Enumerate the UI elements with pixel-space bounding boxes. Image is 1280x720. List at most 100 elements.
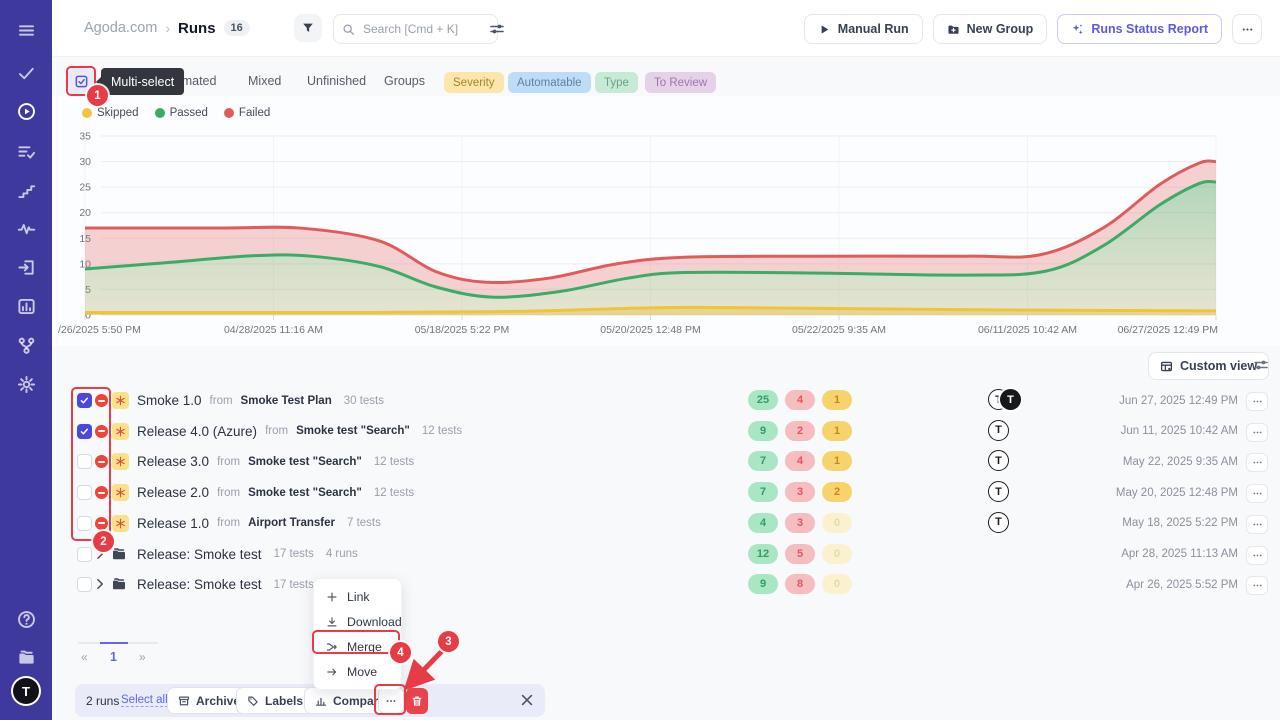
run-name[interactable]: Release 3.0 — [137, 454, 209, 469]
filter-pill-automatable[interactable]: Automatable — [508, 72, 591, 93]
search-input[interactable] — [361, 21, 489, 37]
run-name[interactable]: Smoke 1.0 — [137, 393, 202, 408]
failed-badge: 4 — [785, 451, 815, 471]
avatar[interactable]: T — [988, 481, 1009, 502]
sidebar-item-sign-in[interactable] — [0, 252, 52, 282]
filter-pill-severity[interactable]: Severity — [444, 72, 504, 93]
row-more-button[interactable] — [1246, 453, 1268, 472]
passed-badge: 25 — [748, 390, 778, 410]
sidebar-item-list-check[interactable] — [0, 136, 52, 166]
pagination-page-1[interactable]: 1 — [110, 650, 117, 664]
labels-button[interactable]: Labels — [236, 687, 314, 714]
row-more-button[interactable] — [1246, 515, 1268, 534]
plan-name[interactable]: Smoke test "Search" — [248, 456, 362, 468]
sparkles-icon — [1071, 23, 1084, 36]
row-more-button[interactable] — [1246, 484, 1268, 503]
run-row[interactable]: Release: Smoke test17 tests4 runs1250Apr… — [0, 540, 1280, 569]
result-badges: 741 — [748, 451, 852, 471]
annotation-step-3: 3 — [438, 631, 459, 652]
sidebar-item-branch[interactable] — [0, 330, 52, 360]
run-name[interactable]: Release: Smoke test — [137, 577, 262, 592]
row-checkbox[interactable] — [77, 454, 92, 469]
plan-name[interactable]: Smoke test "Search" — [296, 425, 410, 437]
run-row[interactable]: Smoke 1.0fromSmoke Test Plan30 tests2541… — [0, 386, 1280, 415]
custom-view-button[interactable]: Custom view — [1148, 352, 1269, 380]
runs-status-report-button[interactable]: Runs Status Report — [1057, 14, 1222, 44]
row-checkbox[interactable] — [77, 577, 92, 592]
avatar[interactable]: T — [988, 450, 1009, 471]
chevron-right-icon[interactable] — [93, 547, 107, 561]
row-checkbox[interactable] — [77, 424, 92, 439]
filter-pill-to-review[interactable]: To Review — [645, 72, 716, 93]
row-more-button[interactable] — [1246, 392, 1268, 411]
header-more-button[interactable] — [1232, 14, 1262, 44]
filter-pill-type[interactable]: Type — [595, 72, 638, 93]
breadcrumb-project[interactable]: Agoda.com — [84, 20, 157, 36]
tab-unfinished[interactable]: Unfinished — [307, 74, 366, 88]
sidebar-item-help[interactable] — [0, 604, 52, 634]
row-checkbox[interactable] — [77, 516, 92, 531]
annotation-arrow — [398, 622, 463, 692]
plan-name[interactable]: Smoke test "Search" — [248, 487, 362, 499]
multi-select-button[interactable] — [68, 68, 94, 94]
filter-button[interactable] — [294, 14, 322, 42]
runs-trend-chart[interactable]: 05101520253035/26/2025 5:50 PM04/28/2025… — [55, 128, 1220, 343]
sidebar-item-bar-chart[interactable] — [0, 291, 52, 321]
sidebar-item-hamburger-menu[interactable] — [0, 15, 52, 45]
view-settings-icon[interactable] — [1253, 357, 1269, 373]
run-name[interactable]: Release 2.0 — [137, 485, 209, 500]
row-more-button[interactable] — [1246, 546, 1268, 565]
avatar[interactable]: T — [988, 420, 1009, 441]
row-more-button[interactable] — [1246, 576, 1268, 595]
new-group-button[interactable]: New Group — [933, 14, 1048, 44]
menu-item-label: Merge — [347, 640, 382, 654]
run-name[interactable]: Release: Smoke test — [137, 547, 262, 562]
row-checkbox[interactable] — [77, 485, 92, 500]
download-icon — [326, 616, 338, 628]
plus-icon — [326, 591, 338, 603]
run-row[interactable]: Release 4.0 (Azure)fromSmoke test "Searc… — [0, 417, 1280, 446]
bulk-more-button[interactable] — [378, 687, 404, 714]
avatar[interactable]: T — [988, 512, 1009, 533]
sidebar-item-steps[interactable] — [0, 175, 52, 205]
menu-item-merge[interactable]: Merge — [314, 634, 401, 659]
menu-item-link[interactable]: Link — [314, 584, 401, 609]
legend-item-passed[interactable]: Passed — [155, 107, 208, 119]
row-more-button[interactable] — [1246, 423, 1268, 442]
result-badges: 1250 — [748, 544, 852, 564]
plan-name[interactable]: Smoke Test Plan — [241, 395, 332, 407]
search-settings-icon[interactable] — [489, 21, 505, 37]
bulk-close-button[interactable] — [519, 692, 535, 708]
run-row[interactable]: Release 3.0fromSmoke test "Search"12 tes… — [0, 447, 1280, 476]
row-checkbox[interactable] — [77, 547, 92, 562]
pagination-next-button[interactable]: » — [139, 650, 146, 664]
avatar[interactable]: T — [1000, 389, 1021, 410]
manual-run-button[interactable]: Manual Run — [804, 14, 923, 44]
tab-groups[interactable]: Groups — [384, 74, 425, 88]
chevron-right-icon[interactable] — [93, 577, 107, 591]
legend-item-failed[interactable]: Failed — [224, 107, 270, 119]
plan-name[interactable]: Airport Transfer — [248, 517, 335, 529]
sidebar-item-play-circle[interactable] — [0, 96, 52, 126]
from-label: from — [217, 517, 240, 529]
sidebar-item-gear[interactable] — [0, 369, 52, 399]
run-name[interactable]: Release 1.0 — [137, 516, 209, 531]
sidebar-item-check[interactable] — [0, 58, 52, 88]
select-all-link[interactable]: Select all — [121, 684, 168, 717]
row-checkbox[interactable] — [77, 393, 92, 408]
tab-mixed[interactable]: Mixed — [248, 74, 281, 88]
menu-item-move[interactable]: Move — [314, 659, 401, 684]
pagination-prev-button[interactable]: « — [81, 650, 88, 664]
run-row[interactable]: Release 2.0fromSmoke test "Search"12 tes… — [0, 478, 1280, 507]
sidebar-item-folders[interactable] — [0, 642, 52, 672]
legend-item-skipped[interactable]: Skipped — [82, 107, 139, 119]
run-row[interactable]: Release: Smoke test17 tests7 runs980Apr … — [0, 570, 1280, 599]
bulk-delete-button[interactable] — [406, 688, 428, 714]
user-avatar[interactable]: T — [13, 678, 39, 704]
sidebar-item-pulse[interactable] — [0, 213, 52, 243]
failed-badge: 8 — [785, 574, 815, 594]
run-row[interactable]: Release 1.0fromAirport Transfer7 tests43… — [0, 509, 1280, 538]
search-box[interactable] — [333, 14, 498, 44]
menu-item-download[interactable]: Download — [314, 609, 401, 634]
run-name[interactable]: Release 4.0 (Azure) — [137, 424, 257, 439]
